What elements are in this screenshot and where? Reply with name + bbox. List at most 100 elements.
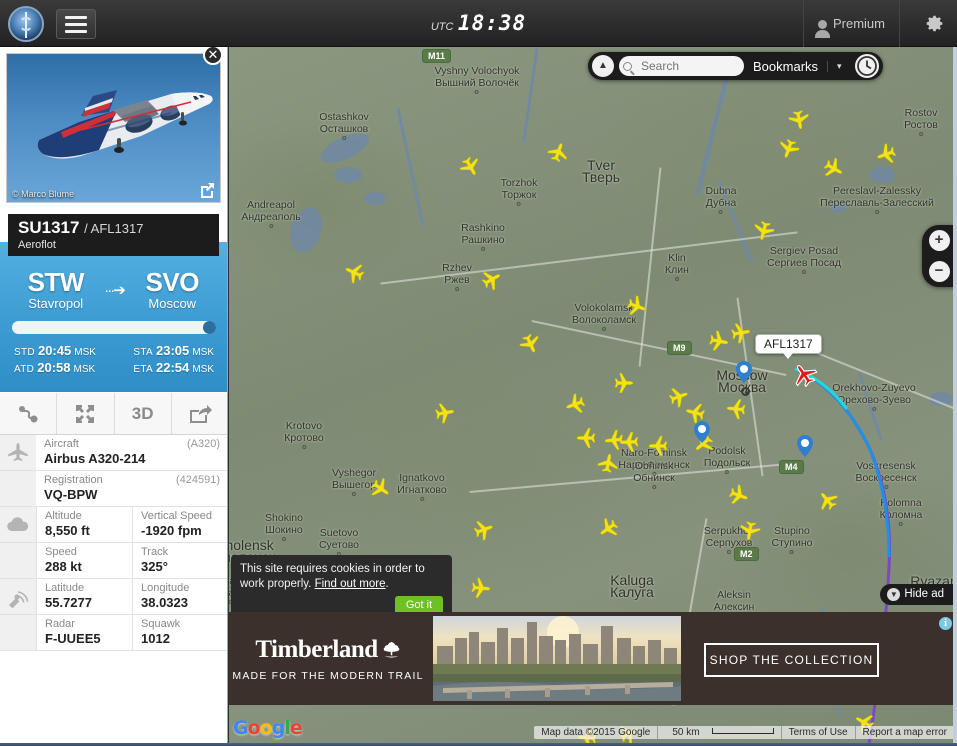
ad-info-icon[interactable]: i	[939, 617, 952, 630]
table-row: Radar F-UUEE5 Squawk 1012	[0, 615, 227, 651]
flightradar24-app: UTC 18:38 Premium © Marco Blume ✕ SU1317…	[0, 0, 957, 746]
progress-indicator	[203, 321, 216, 334]
menu-line	[65, 23, 87, 26]
bookmarks-chevron-down-icon[interactable]: ▾	[827, 60, 851, 72]
eta-tz: MSK	[192, 364, 214, 375]
longitude-cell: Longitude 38.0323	[132, 579, 227, 614]
premium-label: Premium	[832, 16, 885, 31]
zoom-out-button[interactable]: −	[928, 261, 950, 282]
google-logo[interactable]: Google	[233, 717, 303, 739]
lake	[334, 167, 362, 183]
ad-brand-block: Timberland MADE FOR THE MODERN TRAIL	[229, 612, 427, 705]
settings-gear-icon[interactable]	[923, 13, 945, 35]
std-tz: MSK	[74, 347, 96, 358]
premium-account-button[interactable]: Premium	[802, 0, 900, 47]
search-input[interactable]	[619, 56, 744, 76]
destination-airport[interactable]: SVO Moscow	[129, 268, 215, 311]
cookie-find-out-more-link[interactable]: Find out more	[315, 578, 386, 590]
std-row: STD 20:45 MSK	[14, 343, 114, 360]
collapse-chevron-up-icon[interactable]: ▲	[592, 55, 614, 77]
registration-value: VQ-BPW	[44, 487, 98, 502]
vertical-scrollbar[interactable]	[953, 47, 957, 743]
registration-cell: Registration (424591) VQ-BPW	[36, 471, 227, 506]
bookmarks-button[interactable]: Bookmarks	[744, 59, 827, 74]
longitude-label: Longitude	[141, 582, 190, 594]
spacer-icon	[0, 471, 36, 506]
ad-skyline-photo	[433, 616, 681, 701]
hide-ad-button[interactable]: ▼ Hide ad	[880, 584, 954, 605]
terms-of-use-link[interactable]: Terms of Use	[780, 726, 855, 739]
airport-pin[interactable]	[736, 361, 752, 383]
top-bar: UTC 18:38 Premium	[0, 0, 957, 47]
altitude-value: 8,550 ft	[45, 523, 90, 538]
flight-progress-bar	[12, 321, 216, 334]
menu-line	[65, 30, 87, 33]
playback-clock-icon[interactable]	[854, 54, 879, 78]
squawk-label: Squawk	[141, 618, 181, 630]
user-icon	[814, 20, 830, 38]
selected-flight-label[interactable]: AFL1317	[755, 334, 822, 359]
airport-pin[interactable]	[797, 435, 813, 457]
ad-cta-button[interactable]: SHOP THE COLLECTION	[704, 643, 879, 677]
table-row: Altitude 8,550 ft Vertical Speed -1920 f…	[0, 507, 227, 543]
flight-details-table: Aircraft (A320) Airbus A320-214 Registra…	[0, 435, 227, 651]
report-map-error-link[interactable]: Report a map error	[854, 726, 954, 739]
route-path-button[interactable]	[0, 393, 58, 434]
hide-ad-label: Hide ad	[904, 588, 944, 600]
cookie-text-line1: This site requires cookies in order to	[240, 563, 425, 575]
spacer-icon	[0, 543, 36, 578]
cookie-period: .	[385, 578, 389, 590]
origin-code: STW	[27, 267, 85, 297]
flight-callsign: SU1317	[18, 218, 80, 237]
timberland-tree-icon	[383, 641, 399, 658]
spacer-icon	[0, 615, 36, 650]
highway-shield: M4	[779, 460, 804, 474]
search-icon	[623, 62, 632, 71]
zoom-in-button[interactable]: +	[928, 230, 950, 251]
flight-header: SU1317 / AFL1317 Aeroflot	[8, 214, 219, 256]
photo-external-link-icon[interactable]	[199, 181, 216, 198]
squawk-cell: Squawk 1012	[132, 615, 227, 650]
logo-ring	[19, 17, 33, 31]
altitude-cell: Altitude 8,550 ft	[36, 507, 132, 542]
vertical-speed-value: -1920 fpm	[141, 523, 202, 538]
flight-alt-callsign: / AFL1317	[84, 221, 144, 236]
track-cell: Track 325°	[132, 543, 227, 578]
menu-line	[65, 16, 87, 19]
airport-pin[interactable]	[694, 421, 710, 443]
sta-tz: MSK	[192, 347, 214, 358]
ad-tagline: MADE FOR THE MODERN TRAIL	[232, 669, 424, 682]
radar-icon	[0, 579, 36, 614]
atd-tz: MSK	[73, 364, 96, 375]
map-zoom-controls: + −	[922, 225, 956, 287]
utc-label: UTC	[430, 21, 454, 33]
eta-row: ETA 22:54 MSK	[114, 360, 214, 377]
registration-serial: (424591)	[175, 474, 220, 486]
origin-city: Stavropol	[28, 296, 84, 311]
eta-value: 22:54	[156, 360, 190, 375]
flightradar24-logo-icon[interactable]	[8, 6, 44, 42]
aircraft-photo: © Marco Blume	[6, 53, 221, 203]
fit-to-screen-button[interactable]	[57, 393, 115, 434]
origin-airport[interactable]: STW Stavropol	[13, 268, 99, 311]
destination-city: Moscow	[148, 296, 197, 311]
speed-label: Speed	[45, 546, 77, 558]
std-value: 20:45	[37, 343, 72, 358]
atd-row: ATD 20:58 MSK	[14, 360, 114, 377]
share-button[interactable]	[172, 393, 227, 434]
aircraft-photo-image	[37, 90, 213, 159]
registration-label: Registration	[44, 474, 103, 486]
atd-label: ATD	[14, 364, 35, 375]
highway-shield: M2	[734, 547, 759, 561]
table-row: Aircraft (A320) Airbus A320-214	[0, 435, 227, 471]
3d-view-button[interactable]: 3D	[115, 393, 172, 434]
highway-shield: M9	[667, 341, 692, 355]
map-scale: 50 km	[657, 726, 780, 739]
advertisement-banner[interactable]: Timberland MADE FOR THE MODERN TRAIL SHO…	[229, 612, 957, 705]
squawk-value: 1012	[141, 631, 170, 646]
map-search-bar: ▲ Bookmarks ▾	[588, 52, 883, 80]
scale-bar	[711, 728, 774, 734]
route-codes: STW Stavropol ···➔ SVO Moscow	[0, 268, 227, 311]
hamburger-menu-button[interactable]	[56, 9, 96, 39]
longitude-value: 38.0323	[141, 595, 188, 610]
